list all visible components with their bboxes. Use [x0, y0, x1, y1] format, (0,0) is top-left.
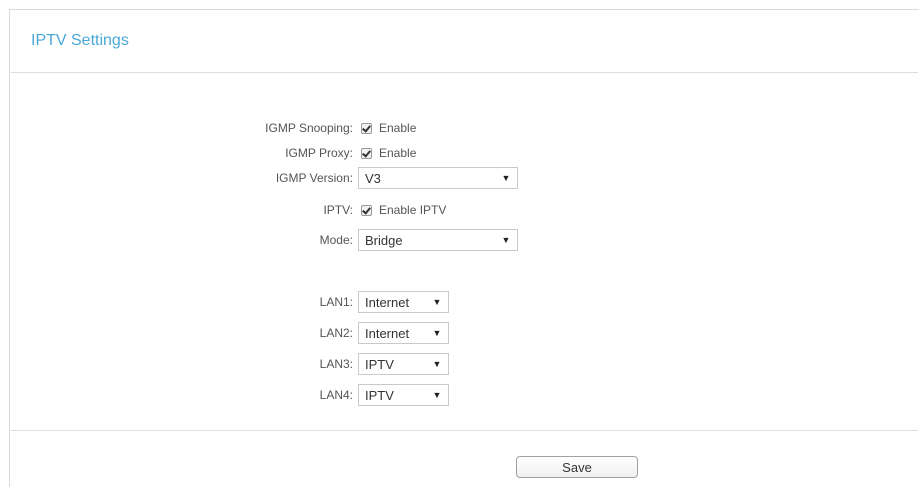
iptv-enable-label[interactable]: Enable IPTV	[379, 203, 446, 217]
igmp-version-value: V3	[365, 170, 381, 186]
title-divider	[11, 72, 918, 73]
lan1-select[interactable]: Internet ▼	[358, 291, 449, 313]
lan3-select[interactable]: IPTV ▼	[358, 353, 449, 375]
iptv-row: IPTV: Enable IPTV	[10, 198, 919, 222]
triangle-down-icon: ▼	[432, 328, 442, 338]
igmp-snooping-row: IGMP Snooping: Enable	[10, 116, 919, 140]
iptv-settings-panel: IPTV Settings IGMP Snooping: Enable IGMP…	[9, 9, 919, 487]
lan4-value: IPTV	[365, 387, 394, 403]
triangle-down-icon: ▼	[432, 359, 442, 369]
igmp-snooping-label: IGMP Snooping:	[265, 121, 353, 135]
lan1-row: LAN1: Internet ▼	[10, 290, 919, 314]
lan2-select[interactable]: Internet ▼	[358, 322, 449, 344]
lan4-select[interactable]: IPTV ▼	[358, 384, 449, 406]
triangle-down-icon: ▼	[432, 390, 442, 400]
igmp-snooping-enable-label[interactable]: Enable	[379, 121, 416, 135]
panel-title: IPTV Settings	[31, 32, 129, 49]
lan3-label: LAN3:	[319, 357, 353, 371]
lan1-value: Internet	[365, 294, 410, 310]
lan2-label: LAN2:	[319, 326, 353, 340]
lan2-value: Internet	[365, 325, 410, 341]
igmp-version-row: IGMP Version: V3 ▼	[10, 166, 919, 190]
lan4-row: LAN4: IPTV ▼	[10, 383, 919, 407]
lan3-value: IPTV	[365, 356, 394, 372]
mode-label: Mode:	[319, 233, 353, 247]
actions-divider	[11, 430, 918, 431]
triangle-down-icon: ▼	[432, 297, 442, 307]
iptv-checkbox-group[interactable]: Enable IPTV	[361, 198, 446, 222]
igmp-proxy-checkbox-group[interactable]: Enable	[361, 141, 416, 165]
triangle-down-icon: ▼	[501, 173, 511, 183]
lan3-row: LAN3: IPTV ▼	[10, 352, 919, 376]
iptv-label: IPTV:	[323, 203, 353, 217]
lan4-label: LAN4:	[319, 388, 353, 402]
mode-value: Bridge	[365, 232, 403, 248]
igmp-proxy-label: IGMP Proxy:	[285, 146, 353, 160]
mode-row: Mode: Bridge ▼	[10, 228, 919, 252]
iptv-checkbox[interactable]	[361, 204, 372, 216]
mode-select[interactable]: Bridge ▼	[358, 229, 518, 251]
save-button[interactable]: Save	[516, 456, 638, 478]
igmp-proxy-checkbox[interactable]	[361, 147, 372, 159]
igmp-proxy-row: IGMP Proxy: Enable	[10, 141, 919, 165]
igmp-version-select[interactable]: V3 ▼	[358, 167, 518, 189]
triangle-down-icon: ▼	[501, 235, 511, 245]
igmp-proxy-enable-label[interactable]: Enable	[379, 146, 416, 160]
lan2-row: LAN2: Internet ▼	[10, 321, 919, 345]
igmp-version-label: IGMP Version:	[275, 171, 353, 185]
igmp-snooping-checkbox[interactable]	[361, 122, 372, 134]
igmp-snooping-checkbox-group[interactable]: Enable	[361, 116, 416, 140]
lan1-label: LAN1:	[319, 295, 353, 309]
